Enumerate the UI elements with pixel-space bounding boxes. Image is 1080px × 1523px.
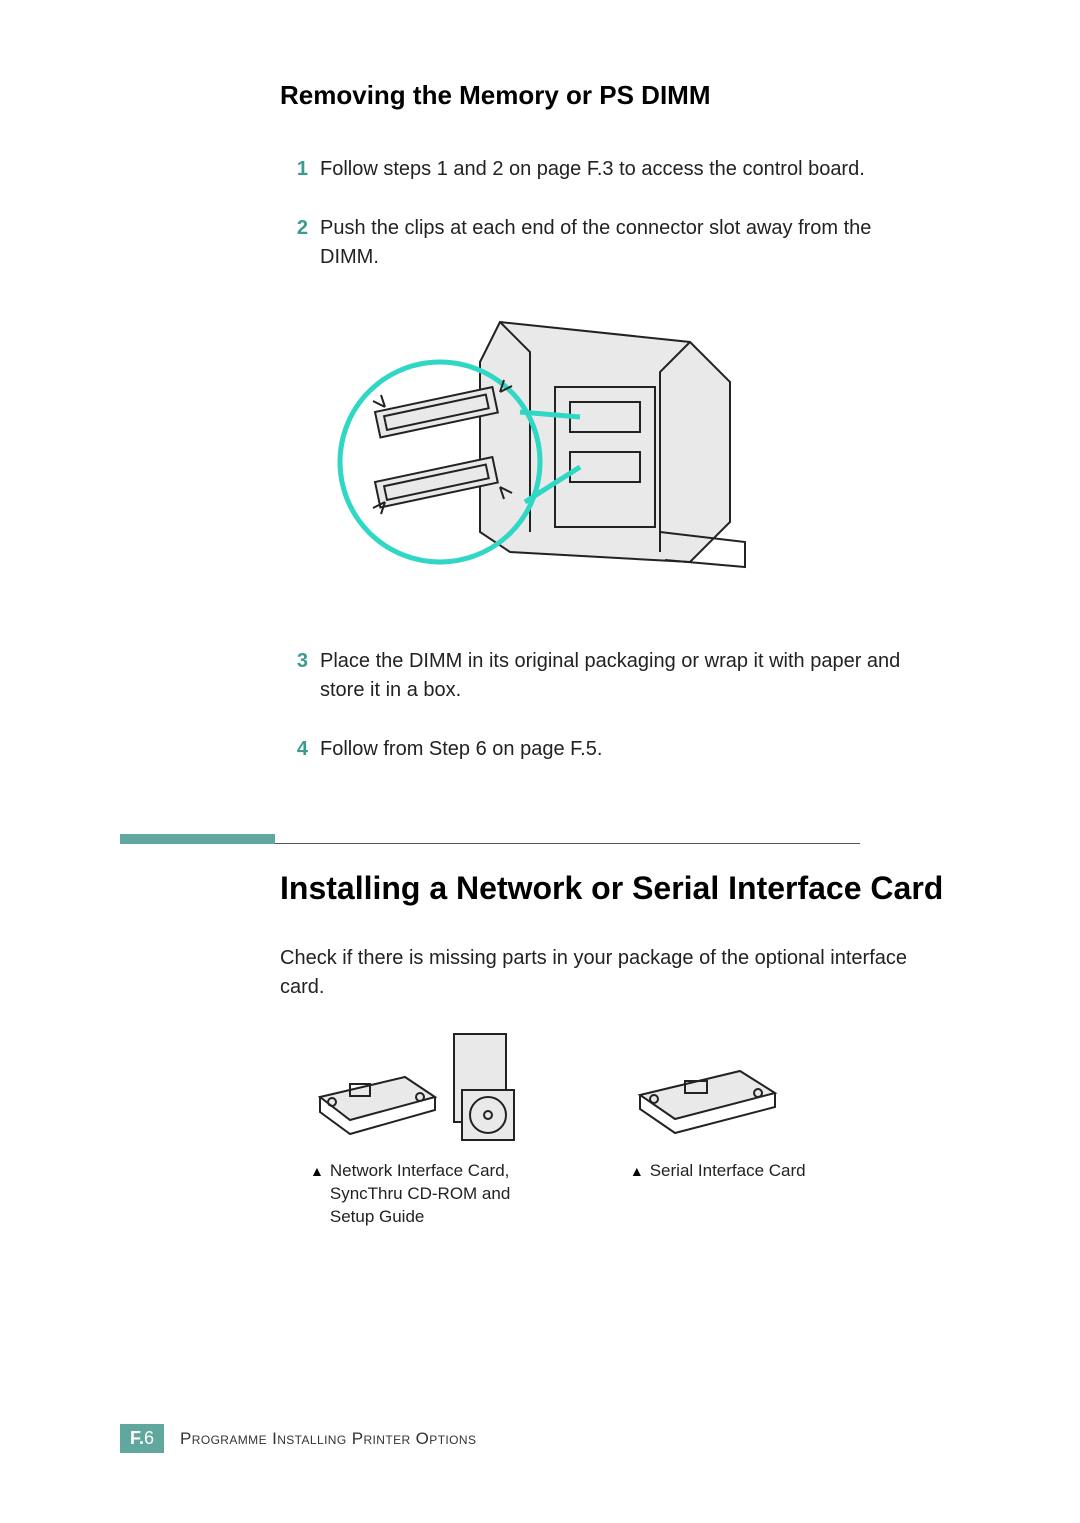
network-card-illustration <box>310 1032 518 1142</box>
page-footer: F.6 Programme Installing Printer Options <box>120 1424 476 1453</box>
package-contents-row: ▲ Network Interface Card, SyncThru CD-RO… <box>310 1032 960 1229</box>
step-text: Follow from Step 6 on page F.5. <box>320 735 930 764</box>
manual-page: Removing the Memory or PS DIMM 1 Follow … <box>0 0 1080 1523</box>
printer-open-illustration <box>330 302 960 607</box>
triangle-marker-icon: ▲ <box>630 1162 644 1183</box>
step-number: 2 <box>280 214 308 272</box>
caption-text: Network Interface Card, SyncThru CD-ROM … <box>330 1160 540 1229</box>
step-number: 4 <box>280 735 308 764</box>
package-serial-card: ▲ Serial Interface Card <box>630 1032 806 1229</box>
footer-title: Programme Installing Printer Options <box>180 1429 476 1449</box>
step-number: 3 <box>280 647 308 705</box>
package-caption: ▲ Network Interface Card, SyncThru CD-RO… <box>310 1160 540 1229</box>
package-caption: ▲ Serial Interface Card <box>630 1160 806 1183</box>
serial-card-illustration <box>630 1032 780 1142</box>
package-network-card: ▲ Network Interface Card, SyncThru CD-RO… <box>310 1032 540 1229</box>
intro-paragraph: Check if there is missing parts in your … <box>280 944 920 1002</box>
step-number: 1 <box>280 155 308 184</box>
page-number: 6 <box>144 1428 154 1448</box>
divider-accent <box>120 834 275 844</box>
triangle-marker-icon: ▲ <box>310 1162 324 1229</box>
steps-list-continued: 3 Place the DIMM in its original packagi… <box>280 647 930 764</box>
step-text: Push the clips at each end of the connec… <box>320 214 930 272</box>
section-heading-installing-card: Installing a Network or Serial Interface… <box>280 868 960 908</box>
step-item: 2 Push the clips at each end of the conn… <box>280 214 930 272</box>
step-item: 1 Follow steps 1 and 2 on page F.3 to ac… <box>280 155 930 184</box>
caption-text: Serial Interface Card <box>650 1160 806 1183</box>
step-item: 3 Place the DIMM in its original packagi… <box>280 647 930 705</box>
step-text: Place the DIMM in its original packaging… <box>320 647 930 705</box>
page-prefix: F. <box>130 1428 144 1448</box>
step-text: Follow steps 1 and 2 on page F.3 to acce… <box>320 155 930 184</box>
steps-list: 1 Follow steps 1 and 2 on page F.3 to ac… <box>280 155 930 272</box>
step-item: 4 Follow from Step 6 on page F.5. <box>280 735 930 764</box>
printer-svg <box>330 302 760 602</box>
divider-line <box>275 843 860 844</box>
section-divider <box>120 834 860 844</box>
section-heading-removing-dimm: Removing the Memory or PS DIMM <box>280 80 960 111</box>
page-number-badge: F.6 <box>120 1424 164 1453</box>
